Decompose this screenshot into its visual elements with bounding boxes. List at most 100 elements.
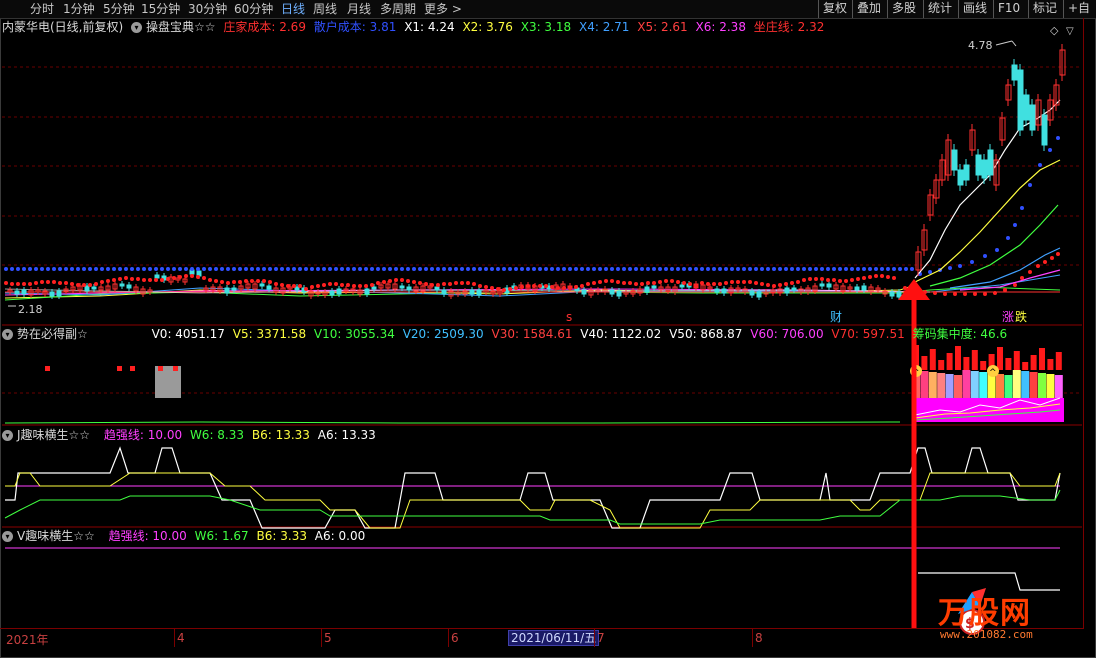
- red-dot: [598, 280, 602, 284]
- blue-dot: [520, 267, 524, 271]
- v-menu-icon[interactable]: ▾: [2, 531, 13, 542]
- red-dot: [310, 285, 314, 289]
- red-dot: [346, 283, 350, 287]
- volume-bar: [1054, 375, 1063, 398]
- red-dot: [868, 275, 872, 279]
- red-dot: [364, 284, 368, 288]
- candle: [224, 287, 230, 294]
- red-dot: [544, 284, 548, 288]
- blue-dot: [772, 267, 776, 271]
- red-dot: [160, 278, 164, 282]
- candle: [154, 274, 160, 279]
- red-dot: [112, 278, 116, 282]
- red-dot: [520, 285, 524, 289]
- red-dot: [490, 286, 494, 290]
- volume-bar: [1004, 375, 1013, 398]
- red-dot: [616, 280, 620, 284]
- red-dot: [304, 287, 308, 291]
- v-value-3: A6: 0.00: [314, 529, 366, 543]
- candle: [861, 285, 867, 291]
- volume-menu-icon[interactable]: ▾: [2, 329, 13, 340]
- low-price-label: 2.18: [18, 303, 43, 316]
- blue-dot: [316, 267, 320, 271]
- candle: [1011, 64, 1018, 81]
- red-dot: [418, 281, 422, 285]
- candle: [987, 149, 994, 176]
- blue-dot: [598, 267, 602, 271]
- j-pane-header: ▾ J趣味横生☆☆ 趋强线: 10.00 W6: 8.33 B6: 13.33 A…: [2, 427, 380, 443]
- diamond-icon[interactable]: ◇: [1050, 24, 1059, 37]
- blue-dot: [154, 267, 158, 271]
- red-dot: [142, 278, 146, 282]
- volume-pane-header: ▾ 势在必得副☆ V0: 4051.17 V5: 3371.58 V10: 305…: [2, 326, 1011, 342]
- vol-value-2: V10: 3055.34: [313, 327, 395, 341]
- blue-dot: [244, 267, 248, 271]
- red-dot: [973, 292, 977, 296]
- candle: [49, 291, 55, 297]
- red-dot: [262, 279, 266, 283]
- dropdown-icon[interactable]: ▽: [1066, 26, 1074, 37]
- candle: [266, 285, 272, 290]
- red-dot: [190, 274, 194, 278]
- blue-dot: [874, 267, 878, 271]
- red-dot: [658, 280, 662, 284]
- vol-value-8: V70: 597.51: [831, 327, 905, 341]
- blue-dot: [868, 267, 872, 271]
- red-dot: [790, 281, 794, 285]
- j-value-1: W6: 8.33: [189, 428, 245, 442]
- blue-dot: [832, 267, 836, 271]
- red-dot: [760, 282, 764, 286]
- blue-dot: [700, 267, 704, 271]
- blue-dot: [724, 267, 728, 271]
- red-dot: [436, 283, 440, 287]
- red-dot: [136, 277, 140, 281]
- red-dot: [574, 285, 578, 289]
- v-value-1: W6: 1.67: [194, 529, 249, 543]
- blue-dot: [995, 248, 999, 252]
- red-dot: [772, 284, 776, 288]
- volume-bar: [962, 370, 971, 398]
- blue-dot: [682, 267, 686, 271]
- red-dot: [634, 282, 638, 286]
- red-dot: [58, 281, 62, 285]
- j-menu-icon[interactable]: ▾: [2, 430, 13, 441]
- red-dot: [983, 292, 987, 296]
- blue-dot: [196, 267, 200, 271]
- blue-dot: [754, 267, 758, 271]
- red-dot: [993, 291, 997, 295]
- red-dot: [124, 276, 128, 280]
- red-dot: [46, 280, 50, 284]
- blue-dot: [784, 267, 788, 271]
- blue-dot: [802, 267, 806, 271]
- blue-dot: [52, 267, 56, 271]
- red-dot: [502, 288, 506, 292]
- vol-value-6: V50: 868.87: [669, 327, 743, 341]
- blue-dot: [328, 267, 332, 271]
- blue-dot: [226, 267, 230, 271]
- blue-dot: [286, 267, 290, 271]
- red-dot: [610, 279, 614, 283]
- vol-value-3: V20: 2509.30: [402, 327, 484, 341]
- red-dot: [424, 282, 428, 286]
- red-dot: [1013, 283, 1017, 287]
- blue-dot: [184, 267, 188, 271]
- red-dot: [1028, 270, 1032, 274]
- candle: [56, 290, 62, 297]
- red-dot: [724, 281, 728, 285]
- red-dot: [358, 284, 362, 288]
- volume-bar-top: [929, 349, 936, 370]
- axis-label-aug: 8: [755, 631, 763, 645]
- v-indicator-name[interactable]: V趣味横生☆☆: [17, 529, 95, 543]
- red-dot: [196, 275, 200, 279]
- volume-bar: [937, 373, 946, 398]
- blue-dot: [40, 267, 44, 271]
- blue-dot: [1020, 206, 1024, 210]
- volume-indicator-name[interactable]: 势在必得副☆: [17, 327, 88, 341]
- j-indicator-name[interactable]: J趣味横生☆☆: [17, 428, 90, 442]
- red-dot: [64, 281, 68, 285]
- blue-dot: [250, 267, 254, 271]
- v-pane-header: ▾ V趣味横生☆☆ 趋强线: 10.00 W6: 1.67 B6: 3.33 A6…: [2, 528, 369, 544]
- blue-dot: [466, 267, 470, 271]
- blue-dot: [826, 267, 830, 271]
- red-dot: [844, 279, 848, 283]
